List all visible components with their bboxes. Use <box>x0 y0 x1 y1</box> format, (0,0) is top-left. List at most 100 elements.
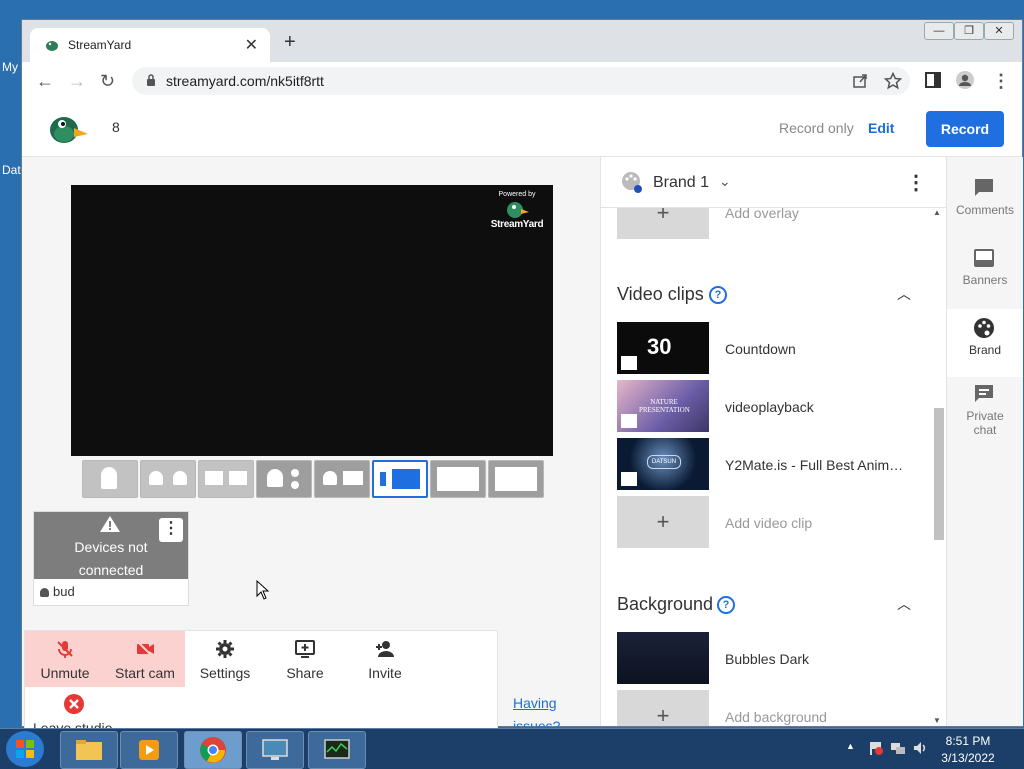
video-clip-thumb[interactable]: NATURE PRESENTATION <box>617 380 709 432</box>
desktop-icon-label[interactable]: My <box>2 60 18 74</box>
restore-icon[interactable]: ❐ <box>954 22 984 40</box>
tab-title: StreamYard <box>68 38 132 52</box>
add-background-label[interactable]: Add background <box>725 709 827 725</box>
desktop-icon-label[interactable]: Dat <box>2 163 21 177</box>
url-field[interactable]: streamyard.com/nk5itf8rtt <box>132 67 910 95</box>
sidebar-item-comments[interactable]: Comments <box>947 169 1023 237</box>
forward-icon[interactable]: → <box>68 71 86 92</box>
add-background-tile[interactable]: + <box>617 690 709 726</box>
share-label: Share <box>286 665 324 681</box>
minimize-icon[interactable]: — <box>924 22 954 40</box>
profile-avatar-icon[interactable] <box>956 71 974 89</box>
close-tab-icon[interactable]: ✕ <box>245 35 258 55</box>
sidebar-item-banners[interactable]: Banners <box>947 239 1023 307</box>
show-hidden-icons-icon[interactable]: ▲ <box>846 741 855 751</box>
guest-tile[interactable]: Devices not connected ⋮ bud <box>33 511 189 606</box>
nature-thumb-text: NATURE PRESENTATION <box>639 398 690 414</box>
countdown-thumb-text: 30 <box>647 334 672 359</box>
taskbar-clock[interactable]: 8:51 PM 3/13/2022 <box>920 733 1016 767</box>
taskbar-chrome[interactable] <box>184 731 242 769</box>
bookmark-star-icon[interactable] <box>884 72 902 90</box>
scrollbar-thumb[interactable] <box>934 408 944 540</box>
taskbar-task-manager[interactable] <box>308 731 366 769</box>
taskbar-remote-desktop[interactable] <box>246 731 304 769</box>
help-icon[interactable]: ? <box>709 286 727 304</box>
browser-tab[interactable]: StreamYard ✕ <box>30 28 270 62</box>
add-video-clip-tile[interactable]: + <box>617 496 709 548</box>
side-panel-icon[interactable] <box>924 71 942 89</box>
person-icon <box>40 588 49 598</box>
layout-screen-share-side[interactable] <box>314 460 370 498</box>
layout-solo[interactable] <box>82 460 138 498</box>
add-overlay-tile[interactable]: + <box>617 208 709 239</box>
brand-name[interactable]: Brand 1 <box>653 174 709 192</box>
windows-taskbar: ▲ 8:51 PM 3/13/2022 <box>0 728 1024 769</box>
video-clip-label[interactable]: Countdown <box>725 341 796 357</box>
back-icon[interactable]: ← <box>36 71 54 92</box>
network-icon[interactable] <box>890 740 906 756</box>
action-center-flag-icon[interactable] <box>868 740 884 756</box>
background-thumb[interactable] <box>617 632 709 684</box>
clapperboard-icon <box>621 356 637 370</box>
record-only-label: Record only <box>779 120 854 136</box>
warning-icon <box>100 516 120 532</box>
invite-label: Invite <box>368 665 402 681</box>
streamyard-logo-icon[interactable] <box>46 110 90 146</box>
stage-preview: Powered by StreamYard <box>71 185 553 456</box>
add-overlay-label[interactable]: Add overlay <box>725 208 799 221</box>
browser-menu-icon[interactable]: ⋮ <box>992 71 1010 92</box>
sidebar-item-private-chat[interactable]: Private chat <box>947 379 1023 455</box>
layout-leader[interactable] <box>256 460 312 498</box>
chat-icon <box>975 385 993 402</box>
guest-name-text: bud <box>53 584 75 599</box>
panel-scrollbar[interactable]: ▲ ▼ <box>931 208 945 726</box>
video-clip-label[interactable]: videoplayback <box>725 399 814 415</box>
share-button[interactable]: Share <box>265 631 345 687</box>
brand-panel-scroll[interactable]: + Add overlay Video clips ? ︿ 30 Countdo… <box>601 208 947 726</box>
video-clip-label[interactable]: Y2Mate.is - Full Best Anim… <box>725 457 903 473</box>
device-status: Devices not connected <box>34 536 188 582</box>
taskbar-explorer[interactable] <box>60 731 118 769</box>
new-tab-button[interactable]: + <box>284 32 296 52</box>
clapperboard-icon <box>621 414 637 428</box>
share-page-icon[interactable] <box>852 73 868 89</box>
collapse-background-icon[interactable]: ︿ <box>897 594 911 614</box>
help-icon[interactable]: ? <box>717 596 735 614</box>
taskbar-media-player[interactable] <box>120 731 178 769</box>
scroll-up-icon[interactable]: ▲ <box>933 208 941 217</box>
browser-window: StreamYard ✕ + — ❐ ✕ ← → ↻ streamyard.co… <box>22 20 1023 744</box>
record-button[interactable]: Record <box>926 111 1004 147</box>
start-button[interactable] <box>6 731 44 767</box>
layout-screen-share-selected[interactable] <box>372 460 428 498</box>
layout-cropped[interactable] <box>140 460 196 498</box>
brand-more-icon[interactable]: ⋮ <box>906 170 926 195</box>
invite-button[interactable]: Invite <box>345 631 425 687</box>
start-cam-button[interactable]: Start cam <box>105 631 185 687</box>
studio-page: 8 Record only Edit Record Powered by Str… <box>22 100 1023 744</box>
clock-time: 8:51 PM <box>945 734 991 748</box>
layout-fullscreen-share-b[interactable] <box>488 460 544 498</box>
guest-tile-menu-button[interactable]: ⋮ <box>159 518 183 542</box>
guest-tile-preview: Devices not connected ⋮ <box>34 512 188 579</box>
settings-button[interactable]: Settings <box>185 631 265 687</box>
sidebar-item-brand[interactable]: Brand <box>947 309 1023 377</box>
background-label[interactable]: Bubbles Dark <box>725 651 809 667</box>
layout-group[interactable] <box>198 460 254 498</box>
close-window-icon[interactable]: ✕ <box>984 22 1014 40</box>
add-video-clip-label[interactable]: Add video clip <box>725 515 812 531</box>
tab-bar: StreamYard ✕ + — ❐ ✕ <box>22 20 1022 62</box>
video-clips-title: Video clips <box>617 284 704 304</box>
chevron-down-icon[interactable]: ⌄ <box>719 173 731 190</box>
layout-fullscreen-share-a[interactable] <box>430 460 486 498</box>
video-clip-thumb[interactable]: 30 <box>617 322 709 374</box>
lock-icon <box>147 74 155 86</box>
present-screen-icon <box>295 640 315 658</box>
sidebar-item-label: Brand <box>968 343 1002 357</box>
video-clip-thumb[interactable]: DATSUN <box>617 438 709 490</box>
windows-logo-icon <box>16 740 34 758</box>
reload-icon[interactable]: ↻ <box>100 71 115 92</box>
scroll-down-icon[interactable]: ▼ <box>933 716 941 725</box>
edit-button[interactable]: Edit <box>868 120 894 136</box>
collapse-video-clips-icon[interactable]: ︿ <box>897 284 911 304</box>
unmute-button[interactable]: Unmute <box>25 631 105 687</box>
